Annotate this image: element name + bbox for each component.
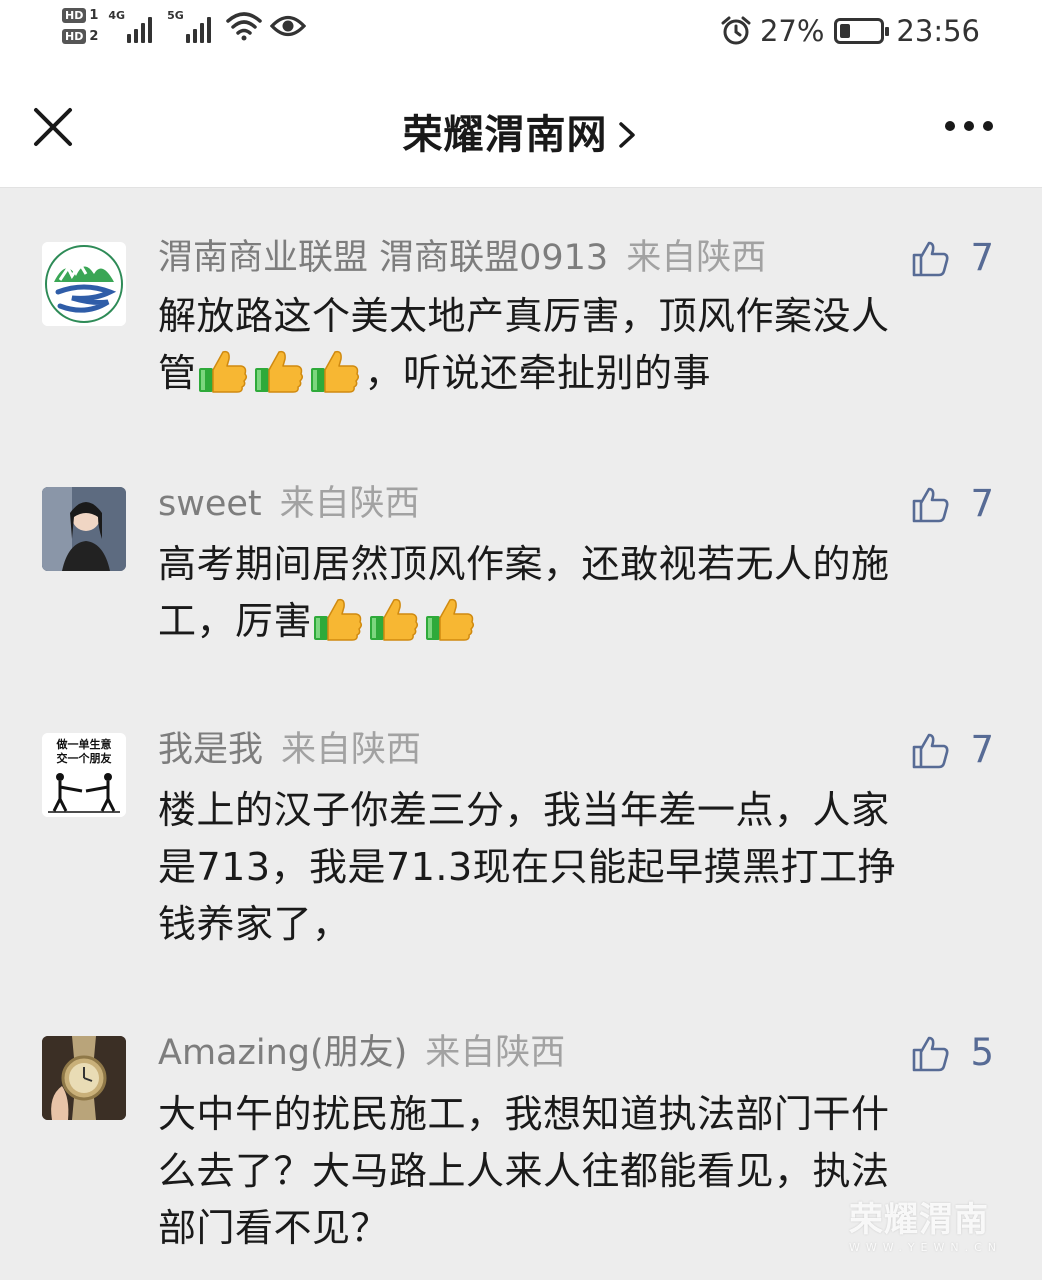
thumbs-up-emoji-icon [253, 346, 305, 396]
like-count: 7 [970, 236, 994, 279]
hd2-badge: HD [62, 29, 87, 44]
like-button[interactable]: 7 [910, 236, 994, 279]
comment-line: 高考期间居然顶风作案，还敢视若无人的施 [158, 542, 890, 586]
comment-meta: Amazing(朋友) 来自陕西 [158, 1033, 565, 1073]
thumbs-up-emoji-icon [368, 594, 420, 644]
thumbs-up-emoji-icon [309, 346, 361, 396]
comment-text-part: 工，厉害 [158, 599, 313, 643]
comment-line: 钱养家了， [158, 902, 351, 946]
watermark-url: WWW.YEWN.CN [848, 1241, 1002, 1254]
commenter-name[interactable]: Amazing(朋友) [158, 1033, 407, 1073]
person-avatar-image [42, 487, 126, 571]
comment-region: 来自陕西 [279, 484, 420, 524]
thumbs-up-icon [913, 1036, 949, 1071]
comment-line: 管 ，听说还牵扯别的事 [158, 345, 978, 402]
comment-line: 解放路这个美太地产真厉害，顶风作案没人 [158, 294, 890, 338]
account-title-link[interactable]: 荣耀渭南网 [0, 102, 1042, 160]
hd2-number: 2 [89, 29, 99, 44]
avatar[interactable] [42, 487, 126, 571]
comment-line: 工，厉害 [158, 593, 978, 650]
thumbs-up-emoji-icon [197, 346, 249, 396]
logo-avatar-image [42, 242, 126, 326]
comment-text-part: 管 [158, 351, 197, 395]
commenter-name[interactable]: sweet [158, 484, 262, 524]
page-title: 荣耀渭南网 [402, 112, 608, 158]
avatar[interactable] [42, 1036, 126, 1120]
net2-label: 5G [167, 9, 184, 22]
comment-line: 是713，我是71.3现在只能起早摸黑打工挣 [158, 845, 897, 889]
comment-text: 解放路这个美太地产真厉害，顶风作案没人 管 ，听说还牵扯别的事 [158, 288, 978, 402]
thumbs-up-icon [913, 241, 949, 276]
avatar[interactable] [42, 242, 126, 326]
avatar-text-line2: 交一个朋友 [57, 751, 112, 765]
wifi-icon [226, 12, 262, 41]
status-bar: HD 1 HD 2 4G 5G 27% 23:56 [0, 0, 1042, 66]
like-count: 5 [970, 1031, 994, 1074]
net1-label: 4G [108, 9, 126, 22]
comment-meta: 渭南商业联盟 渭商联盟0913 来自陕西 [158, 238, 766, 278]
comment-region: 来自陕西 [626, 238, 767, 278]
thumbs-up-icon [913, 733, 949, 768]
like-button[interactable]: 7 [910, 482, 994, 525]
avatar-text-line1: 做一单生意 [56, 737, 112, 751]
watch-avatar-image [42, 1036, 126, 1120]
comment-region: 来自陕西 [281, 730, 422, 770]
signal-5g-icon: 5G [167, 9, 214, 43]
commenter-name[interactable]: 渭南商业联盟 渭商联盟0913 [158, 238, 608, 278]
eye-icon [269, 15, 306, 37]
chevron-right-icon [618, 122, 635, 148]
battery-icon [834, 18, 890, 44]
hd1-number: 1 [89, 8, 99, 23]
hd-indicators: HD 1 HD 2 [62, 8, 98, 44]
comment-text: 楼上的汉子你差三分，我当年差一点，人家 是713，我是71.3现在只能起早摸黑打… [158, 782, 978, 953]
like-button[interactable]: 5 [910, 1031, 994, 1074]
battery-percent: 27% [759, 14, 825, 48]
status-right: 27% 23:56 [720, 14, 980, 48]
watermark-text: 荣耀渭南 [848, 1200, 989, 1240]
comment-text-part: ，听说还牵扯别的事 [364, 351, 712, 395]
commenter-name[interactable]: 我是我 [158, 730, 263, 770]
comment-line: 楼上的汉子你差三分，我当年差一点，人家 [158, 788, 890, 832]
watermark-logo: 荣耀渭南 WWW.YEWN.CN [849, 1192, 1002, 1254]
thumbs-up-emoji-icon [424, 594, 476, 644]
comment-line: 大中午的扰民施工，我想知道执法部门干什 [158, 1092, 890, 1136]
handshake-avatar-image: 做一单生意 交一个朋友 [42, 733, 126, 817]
comment-meta: 我是我 来自陕西 [158, 730, 421, 770]
thumbs-up-icon [913, 487, 949, 522]
comment-region: 来自陕西 [425, 1033, 566, 1073]
avatar[interactable]: 做一单生意 交一个朋友 [42, 733, 126, 817]
status-left: HD 1 HD 2 4G 5G [62, 8, 306, 44]
thumbs-up-emoji-icon [312, 594, 364, 644]
like-button[interactable]: 7 [910, 728, 994, 771]
comment-text: 高考期间居然顶风作案，还敢视若无人的施 工，厉害 [158, 536, 978, 650]
comment-meta: sweet 来自陕西 [158, 484, 420, 524]
more-icon[interactable] [944, 116, 994, 136]
clock: 23:56 [896, 14, 980, 48]
alarm-icon [721, 16, 751, 45]
signal-4g-icon: 4G [108, 9, 155, 43]
hd1-badge: HD [62, 8, 87, 23]
nav-bar: 荣耀渭南网 [0, 66, 1042, 188]
like-count: 7 [970, 482, 994, 525]
like-count: 7 [970, 728, 994, 771]
